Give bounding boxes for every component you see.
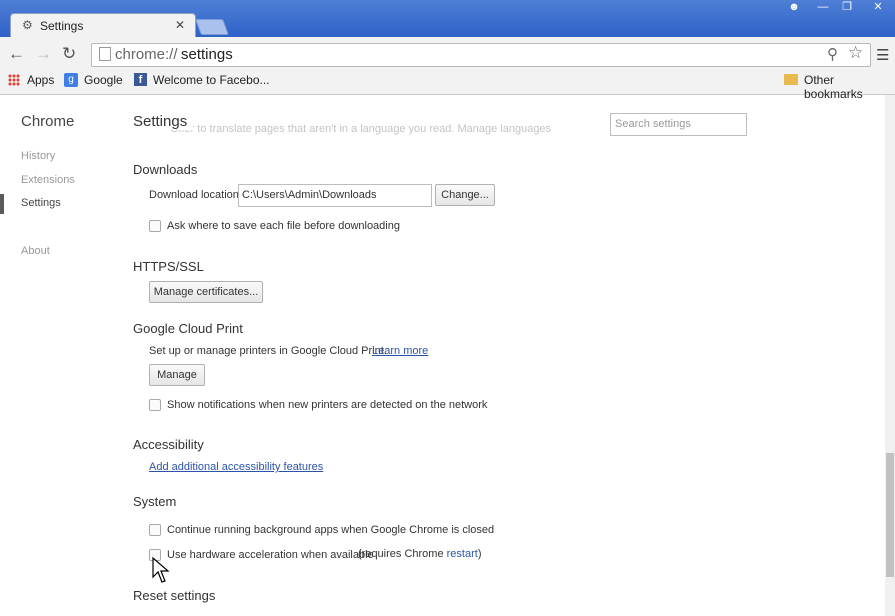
printer-notifications-label: Show notifications when new printers are… <box>167 399 488 411</box>
sidebar-title: Chrome <box>21 113 75 130</box>
hardware-acceleration-label: Use hardware acceleration when available <box>167 549 374 561</box>
search-icon[interactable]: ⚲ <box>827 45 838 63</box>
minimize-button[interactable]: — <box>811 0 835 16</box>
menu-icon[interactable]: ☰ <box>876 46 889 64</box>
sidebar-item-about[interactable]: About <box>21 245 50 257</box>
facebook-icon: f <box>134 73 147 86</box>
restart-note-prefix: (requires Chrome <box>358 548 447 560</box>
search-placeholder: Search settings <box>615 118 691 130</box>
bookmark-apps[interactable]: Apps <box>27 73 54 87</box>
maximize-button[interactable]: ❐ <box>835 0 859 16</box>
bookmark-facebook[interactable]: Welcome to Facebo... <box>153 73 270 87</box>
cloud-print-description: Set up or manage printers in Google Clou… <box>149 345 387 357</box>
download-location-value: C:\Users\Admin\Downloads <box>242 189 377 201</box>
tab-settings[interactable] <box>10 13 196 40</box>
learn-more-link[interactable]: Learn more <box>372 345 428 357</box>
apps-icon <box>8 74 20 86</box>
printer-notifications-checkbox[interactable] <box>149 399 161 411</box>
back-icon[interactable]: ← <box>8 44 25 64</box>
profile-icon[interactable]: ☻ <box>782 0 806 16</box>
bookmark-google[interactable]: Google <box>84 73 123 87</box>
star-icon[interactable]: ☆ <box>848 43 863 63</box>
background-apps-label: Continue running background apps when Go… <box>167 524 495 536</box>
google-icon: g <box>64 73 78 87</box>
reload-icon[interactable]: ↻ <box>62 44 76 64</box>
change-download-location-button[interactable]: Change... <box>435 184 495 206</box>
accessibility-features-link[interactable]: Add additional accessibility features <box>149 461 323 473</box>
new-tab-button[interactable] <box>195 19 229 35</box>
forward-icon[interactable]: → <box>35 44 52 64</box>
cloud-print-heading: Google Cloud Print <box>133 321 243 336</box>
background-apps-checkbox[interactable] <box>149 524 161 536</box>
system-heading: System <box>133 494 177 509</box>
download-location-label: Download location: <box>149 189 242 201</box>
restart-note: (requires Chrome restart) <box>358 548 482 560</box>
close-window-button[interactable]: ✕ <box>866 0 890 16</box>
url-path: settings <box>181 46 233 63</box>
cloud-print-manage-button[interactable]: Manage <box>149 364 205 386</box>
gear-icon: ⚙ <box>22 18 33 32</box>
folder-icon <box>784 74 798 85</box>
https-heading: HTTPS/SSL <box>133 259 204 274</box>
page-title: Settings <box>133 113 194 130</box>
restart-link[interactable]: restart <box>447 548 478 560</box>
close-tab-icon[interactable]: ✕ <box>175 18 185 32</box>
accessibility-heading: Accessibility <box>133 437 204 452</box>
manage-certificates-button[interactable]: Manage certificates... <box>149 281 263 303</box>
downloads-heading: Downloads <box>133 162 198 177</box>
tab-title: Settings <box>40 19 84 33</box>
mouse-cursor-icon <box>152 557 170 583</box>
ask-save-checkbox[interactable] <box>149 220 161 232</box>
ask-save-label: Ask where to save each file before downl… <box>167 220 400 232</box>
restart-note-suffix: ) <box>477 548 482 560</box>
sidebar-item-extensions[interactable]: Extensions <box>21 174 75 186</box>
sidebar-item-history[interactable]: History <box>21 150 55 162</box>
scrollbar-thumb[interactable] <box>886 453 894 577</box>
sidebar-active-indicator <box>0 194 4 214</box>
page-icon <box>99 47 111 61</box>
sidebar-item-settings[interactable]: Settings <box>21 197 61 209</box>
faded-scrolled-text: Offer to translate pages that aren't in … <box>170 123 552 135</box>
url-scheme: chrome:// <box>115 46 178 63</box>
reset-heading: Reset settings <box>133 588 216 603</box>
